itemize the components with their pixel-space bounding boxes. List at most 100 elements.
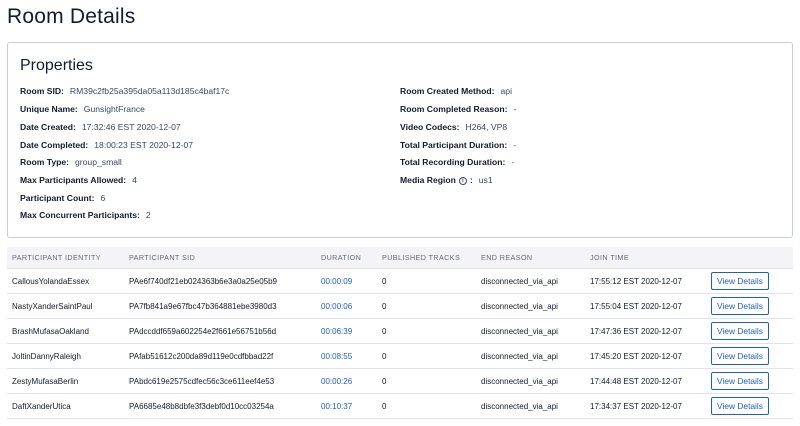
prop-key: Room SID: <box>20 86 64 96</box>
join-time: 17:34:37 EST 2020-12-07 <box>590 402 682 411</box>
published-tracks: 0 <box>382 352 387 361</box>
prop-value: group_small <box>75 157 122 167</box>
prop-value: 18:00:23 EST 2020-12-07 <box>94 140 194 150</box>
prop-key: Date Created: <box>20 122 76 132</box>
header-participant-identity: Participant Identity <box>12 253 101 262</box>
duration: 00:00:09 <box>321 277 353 286</box>
prop-key: Room Type: <box>20 157 70 167</box>
page-title: Room Details <box>7 5 136 28</box>
duration: 00:08:55 <box>321 352 353 361</box>
view-details-button[interactable]: View Details <box>711 322 769 340</box>
participant-sid: PA6685e48b8dbfe3f3debf0d10cc03254a <box>129 402 274 411</box>
properties-card: Properties Room SID: RM39c2fb25a395da05a1… <box>7 42 793 238</box>
end-reason: disconnected_via_api <box>481 352 558 361</box>
participant-sid: PAe6f740df21eb024363b6e3a0a25e05b9 <box>129 277 277 286</box>
prop-unique-name: Unique Name: GunsightFrance <box>20 104 145 114</box>
prop-value: H264, VP8 <box>465 122 508 132</box>
view-details-button[interactable]: View Details <box>711 347 769 365</box>
prop-colon: : <box>469 175 473 185</box>
published-tracks: 0 <box>382 402 387 411</box>
prop-value: - <box>513 104 517 114</box>
table-row: NastyXanderSaintPaul PA7fb841a9e67fbc47b… <box>7 294 793 319</box>
view-details-button[interactable]: View Details <box>711 272 769 290</box>
properties-heading: Properties <box>20 57 93 74</box>
info-icon[interactable]: i <box>458 176 467 185</box>
table-row: DaftXanderUtica PA6685e48b8dbfe3f3debf0d… <box>7 394 793 419</box>
prop-value: - <box>511 157 515 167</box>
prop-key: Max Participants Allowed: <box>20 175 127 185</box>
published-tracks: 0 <box>382 302 387 311</box>
join-time: 17:47:36 EST 2020-12-07 <box>590 327 682 336</box>
prop-participant-count: Participant Count: 6 <box>20 193 105 203</box>
duration: 00:10:37 <box>321 402 353 411</box>
table-row: ZestyMufasaBerlin PAbdc619e2575cdfec56c3… <box>7 369 793 394</box>
participant-identity: CallousYolandaEssex <box>12 277 90 286</box>
header-participant-sid: Participant SID <box>129 253 196 262</box>
view-details-button[interactable]: View Details <box>711 297 769 315</box>
prop-key: Room Completed Reason: <box>400 104 508 114</box>
duration: 00:00:06 <box>321 302 353 311</box>
header-published-tracks: Published Tracks <box>382 253 461 262</box>
prop-max-participants: Max Participants Allowed: 4 <box>20 175 137 185</box>
prop-value: api <box>500 86 512 96</box>
participant-sid: PAdccddf659a602254e2f661e56751b56d <box>129 327 277 336</box>
prop-max-concurrent: Max Concurrent Participants: 2 <box>20 210 151 220</box>
participant-identity: DaftXanderUtica <box>12 402 71 411</box>
prop-value: GunsightFrance <box>83 104 145 114</box>
join-time: 17:44:48 EST 2020-12-07 <box>590 377 682 386</box>
prop-key: Room Created Method: <box>400 86 495 96</box>
join-time: 17:55:12 EST 2020-12-07 <box>590 277 682 286</box>
table-header: Participant Identity Participant SID Dur… <box>7 247 793 269</box>
prop-value: us1 <box>478 175 493 185</box>
end-reason: disconnected_via_api <box>481 377 558 386</box>
participant-sid: PAfab51612c200da89d119e0cdfbbad22f <box>129 352 274 361</box>
prop-room-completed-reason: Room Completed Reason: - <box>400 104 516 114</box>
participant-sid: PA7fb841a9e67fbc47b364881ebe3980d3 <box>129 302 277 311</box>
prop-value: 2 <box>145 210 151 220</box>
prop-key: Max Concurrent Participants: <box>20 210 140 220</box>
prop-key: Video Codecs: <box>400 122 460 132</box>
prop-key: Total Participant Duration: <box>400 140 508 150</box>
prop-total-participant-duration: Total Participant Duration: - <box>400 140 516 150</box>
prop-value: RM39c2fb25a395da05a113d185c4baf17c <box>69 86 230 96</box>
view-details-button[interactable]: View Details <box>711 372 769 390</box>
prop-date-completed: Date Completed: 18:00:23 EST 2020-12-07 <box>20 140 193 150</box>
prop-value: 4 <box>132 175 137 185</box>
view-details-button[interactable]: View Details <box>711 397 769 415</box>
table-row: BrashMufasaOakland PAdccddf659a602254e2f… <box>7 319 793 344</box>
join-time: 17:55:04 EST 2020-12-07 <box>590 302 682 311</box>
prop-key: Unique Name: <box>20 104 78 114</box>
prop-room-sid: Room SID: RM39c2fb25a395da05a113d185c4baf… <box>20 86 229 96</box>
prop-key: Date Completed: <box>20 140 89 150</box>
prop-media-region: Media Region i: us1 <box>400 175 493 185</box>
prop-key: Participant Count: <box>20 193 95 203</box>
header-duration: Duration <box>321 253 362 262</box>
published-tracks: 0 <box>382 327 387 336</box>
participant-identity: NastyXanderSaintPaul <box>12 302 93 311</box>
prop-value: - <box>513 140 517 150</box>
prop-total-recording-duration: Total Recording Duration: - <box>400 157 514 167</box>
prop-date-created: Date Created: 17:32:46 EST 2020-12-07 <box>20 122 181 132</box>
prop-room-created-method: Room Created Method: api <box>400 86 512 96</box>
end-reason: disconnected_via_api <box>481 302 558 311</box>
prop-value: 6 <box>100 193 106 203</box>
participant-sid: PAbdc619e2575cdfec56c3ce611eef4e53 <box>129 377 275 386</box>
end-reason: disconnected_via_api <box>481 277 558 286</box>
prop-video-codecs: Video Codecs: H264, VP8 <box>400 122 507 132</box>
table-row: JoltinDannyRaleigh PAfab51612c200da89d11… <box>7 344 793 369</box>
table-row: CallousYolandaEssex PAe6f740df21eb024363… <box>7 269 793 294</box>
participant-identity: ZestyMufasaBerlin <box>12 377 79 386</box>
published-tracks: 0 <box>382 277 387 286</box>
duration: 00:00:26 <box>321 377 353 386</box>
participant-identity: JoltinDannyRaleigh <box>12 352 81 361</box>
prop-key: Total Recording Duration: <box>400 157 506 167</box>
prop-key: Media Region <box>400 175 456 185</box>
header-join-time: Join Time <box>590 253 630 262</box>
prop-value: 17:32:46 EST 2020-12-07 <box>81 122 181 132</box>
participant-identity: BrashMufasaOakland <box>12 327 89 336</box>
published-tracks: 0 <box>382 377 387 386</box>
header-end-reason: End Reason <box>481 253 533 262</box>
duration: 00:06:39 <box>321 327 353 336</box>
join-time: 17:45:20 EST 2020-12-07 <box>590 352 682 361</box>
end-reason: disconnected_via_api <box>481 402 558 411</box>
